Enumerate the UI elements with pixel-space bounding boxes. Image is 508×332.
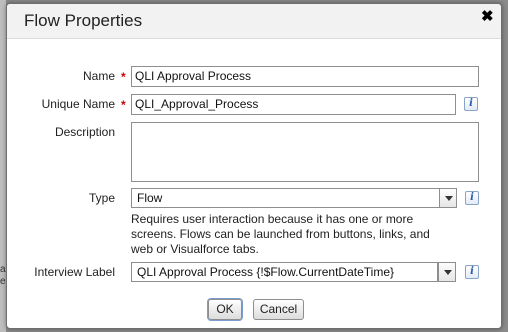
unique-name-info-icon[interactable]: i [464,97,478,111]
dialog-title: Flow Properties [24,11,143,30]
description-label: Description [54,125,115,139]
type-dropdown-chevron-icon[interactable] [439,188,457,208]
description-textarea[interactable] [131,122,479,182]
type-label: Type [88,191,115,205]
name-required-marker: * [121,70,126,84]
type-info-icon[interactable]: i [465,191,479,205]
cancel-button[interactable]: Cancel [253,299,304,320]
dialog-header: Flow Properties ✖ [7,4,501,39]
close-icon[interactable]: ✖ [481,9,494,24]
unique-name-input[interactable]: QLI_Approval_Process [131,94,456,115]
interview-label-input[interactable]: QLI Approval Process {!$Flow.CurrentDate… [131,262,438,282]
interview-label-dropdown-chevron-icon[interactable] [438,262,456,282]
type-select[interactable]: Flow [131,188,440,208]
interview-label-info-icon[interactable]: i [465,265,479,279]
unique-name-required-marker: * [121,98,126,112]
flow-properties-dialog: Flow Properties ✖ Name * QLI Approval Pr… [6,3,502,329]
type-help-text: Requires user interaction because it has… [131,212,430,256]
name-input[interactable]: QLI Approval Process [131,66,479,87]
interview-label-label: Interview Label [34,265,115,279]
unique-name-label: Unique Name [41,97,115,111]
name-label: Name [82,69,115,83]
ok-button[interactable]: OK [208,299,242,320]
